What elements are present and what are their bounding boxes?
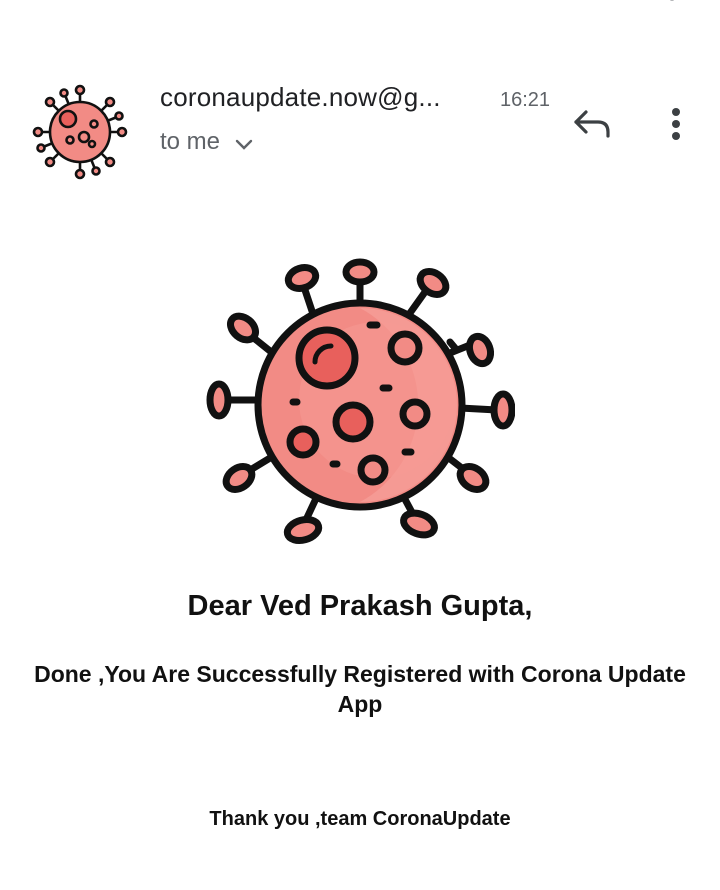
more-options-button[interactable] (652, 100, 700, 148)
hero-image (205, 250, 516, 555)
virus-icon (206, 258, 516, 545)
virus-icon (32, 84, 128, 180)
recipient-label: to me (160, 128, 221, 155)
email-header: coronaupdate.now@g... 16:21 to me (0, 0, 720, 200)
more-vert-icon (672, 108, 680, 140)
chevron-down-icon (235, 139, 253, 150)
recipient-toggle[interactable]: to me (160, 126, 256, 158)
sender-address[interactable]: coronaupdate.now@g... (160, 82, 441, 113)
reply-button[interactable] (568, 102, 616, 146)
sender-avatar[interactable] (30, 82, 130, 182)
reply-icon (574, 110, 610, 138)
signoff-text: Thank you ,team CoronaUpdate (209, 808, 511, 830)
registration-message: Done ,You Are Successfully Registered wi… (34, 661, 686, 717)
timestamp: 16:21 (500, 89, 551, 111)
greeting-text: Dear Ved Prakash Gupta, (187, 590, 533, 622)
